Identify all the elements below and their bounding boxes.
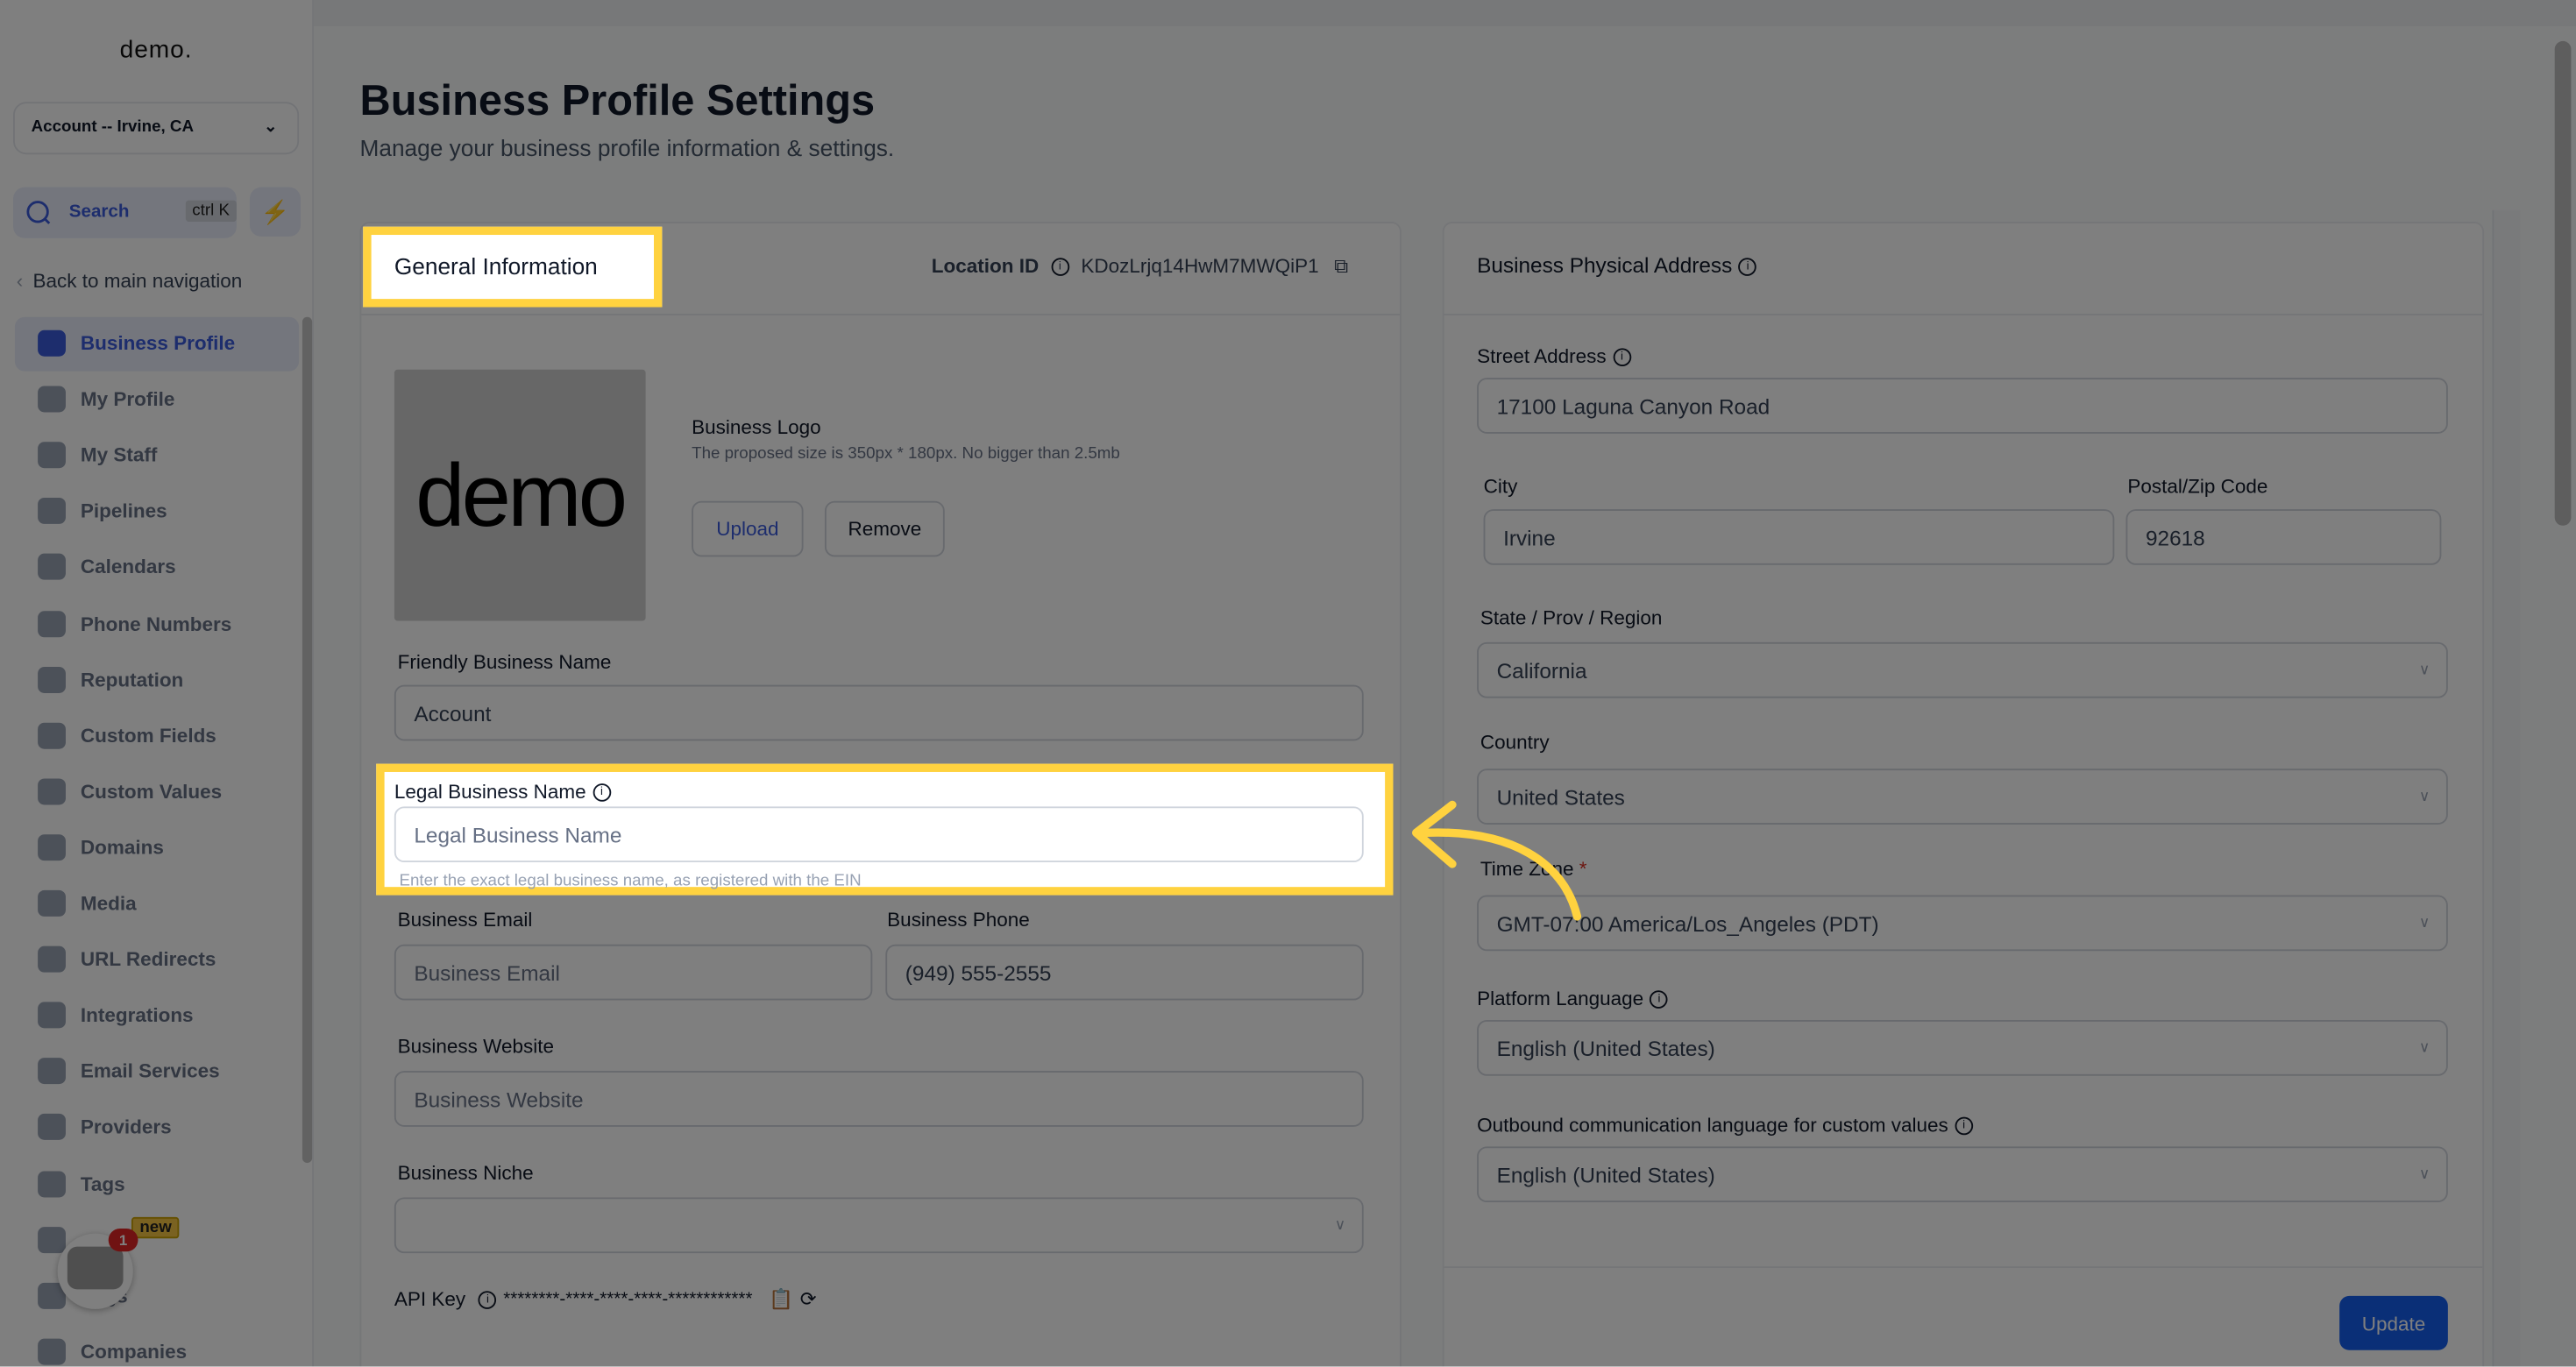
app: demo. Account -- Irvine, CA ⌄ Search ctr…	[0, 0, 2576, 1367]
highlight-general-information: General Information	[363, 226, 663, 308]
tutorial-overlay	[0, 0, 2576, 1367]
legal-name-label: Legal Business Name i	[394, 780, 611, 804]
legal-name-label-text: Legal Business Name	[394, 780, 586, 804]
legal-name-hint: Enter the exact legal business name, as …	[399, 872, 862, 890]
pointer-arrow-icon	[1412, 800, 1582, 921]
general-information-title: General Information	[394, 252, 598, 280]
legal-name-input[interactable]: Legal Business Name	[394, 806, 1364, 863]
info-icon: i	[593, 783, 611, 803]
highlight-legal-business-name: Legal Business Name i Legal Business Name…	[376, 763, 1394, 896]
